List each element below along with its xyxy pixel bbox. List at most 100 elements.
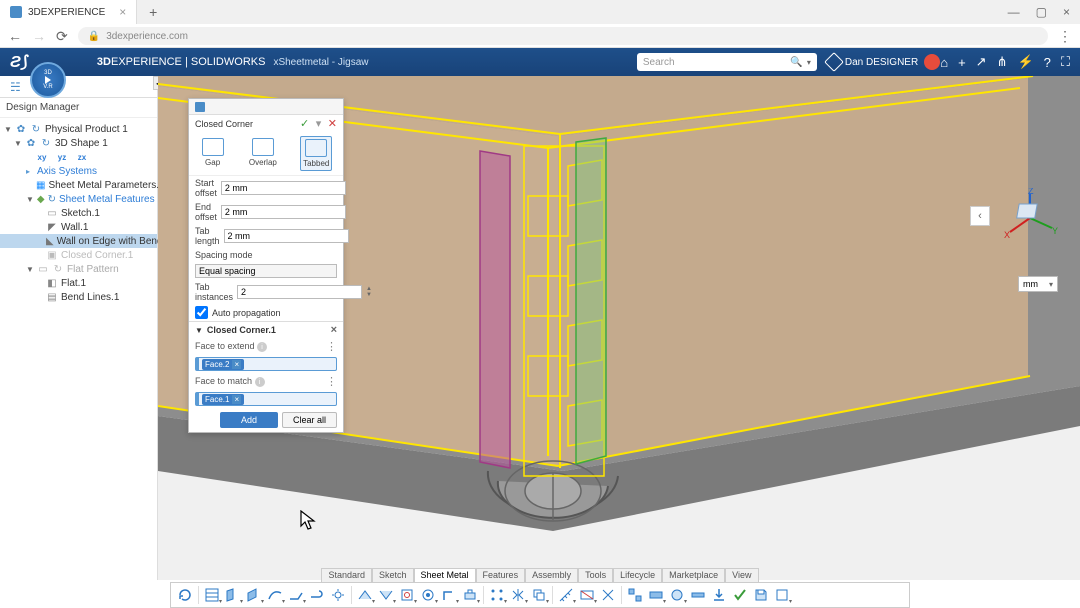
- tree-flat1[interactable]: ◧ Flat.1: [0, 276, 157, 290]
- tool-flange-icon[interactable]: ▾: [286, 585, 306, 605]
- help-icon[interactable]: ?: [1044, 55, 1051, 70]
- tool-hem-icon[interactable]: [307, 585, 327, 605]
- tree-axis-systems[interactable]: ▸ Axis Systems: [0, 164, 157, 178]
- expand-icon[interactable]: ⛶: [1061, 54, 1070, 70]
- tree-physical-product[interactable]: ▼✿↻ Physical Product 1: [0, 122, 157, 136]
- tab-lifecycle[interactable]: Lifecycle: [613, 568, 662, 582]
- tag-icon[interactable]: [824, 52, 844, 72]
- auto-propagation-checkbox[interactable]: [195, 306, 208, 319]
- tab-assembly[interactable]: Assembly: [525, 568, 578, 582]
- corner-type-overlap[interactable]: Overlap: [247, 136, 279, 171]
- corner-type-gap[interactable]: Gap: [200, 136, 226, 171]
- zx-plane-icon[interactable]: zx: [76, 151, 88, 163]
- new-tab-button[interactable]: +: [143, 2, 163, 22]
- more-icon[interactable]: ⋮: [326, 340, 337, 353]
- end-offset-input[interactable]: [221, 205, 346, 219]
- tree-closed-corner-grey[interactable]: ▣ Closed Corner.1: [0, 248, 157, 262]
- face2-chip[interactable]: Face.2×: [202, 359, 244, 370]
- tree-sheet-metal-params[interactable]: ▦ Sheet Metal Parameters.1: [0, 178, 157, 192]
- compass-icon[interactable]: 3D V.R: [30, 62, 66, 98]
- flash-icon[interactable]: ⚡: [1017, 54, 1033, 70]
- tree-wall-on-edge[interactable]: ◣ Wall on Edge with Bend.1: [0, 234, 157, 248]
- tab-view[interactable]: View: [725, 568, 758, 582]
- tool-view1-icon[interactable]: [625, 585, 645, 605]
- tree-wall1[interactable]: ◤ Wall.1: [0, 220, 157, 234]
- tool-fold-icon[interactable]: ▾: [376, 585, 396, 605]
- tool-wall-edge-icon[interactable]: ▾: [244, 585, 264, 605]
- tool-unfold-icon[interactable]: ▾: [355, 585, 375, 605]
- add-icon[interactable]: +: [958, 55, 966, 70]
- tab-close-icon[interactable]: ×: [119, 5, 126, 19]
- tool-settings-icon[interactable]: [328, 585, 348, 605]
- chip-remove-icon[interactable]: ×: [232, 395, 241, 404]
- nav-reload-icon[interactable]: ⟳: [56, 28, 68, 45]
- face-match-field[interactable]: Face.1×: [195, 392, 337, 406]
- unit-selector[interactable]: mm ▾: [1018, 276, 1058, 292]
- spinner-icon[interactable]: ▲▼: [366, 286, 372, 298]
- nav-forward-icon[interactable]: →: [32, 28, 46, 44]
- tab-tools[interactable]: Tools: [578, 568, 613, 582]
- tree-sketch1[interactable]: ▭ Sketch.1: [0, 206, 157, 220]
- remove-instance-icon[interactable]: ×: [331, 324, 337, 336]
- info-icon[interactable]: i: [257, 342, 267, 352]
- tool-copy-icon[interactable]: ▾: [529, 585, 549, 605]
- tool-check-icon[interactable]: [730, 585, 750, 605]
- spacing-mode-select[interactable]: Equal spacing: [195, 264, 337, 278]
- tool-view2-icon[interactable]: ▾: [646, 585, 666, 605]
- tool-section-icon[interactable]: ▾: [577, 585, 597, 605]
- tool-cutout-icon[interactable]: ▾: [397, 585, 417, 605]
- tab-standard[interactable]: Standard: [321, 568, 372, 582]
- tab-length-input[interactable]: [224, 229, 349, 243]
- yz-plane-icon[interactable]: yz: [56, 151, 68, 163]
- view-prev-button[interactable]: ‹: [970, 206, 990, 226]
- view-triad[interactable]: Z X Y: [1000, 188, 1060, 248]
- maximize-icon[interactable]: ▢: [1036, 5, 1047, 19]
- tree-sheet-metal-features[interactable]: ▼◆↻ Sheet Metal Features: [0, 192, 157, 206]
- face1-chip[interactable]: Face.1×: [202, 394, 244, 405]
- tree-bend-lines[interactable]: ▤ Bend Lines.1: [0, 290, 157, 304]
- user-menu[interactable]: Dan DESIGNER: [845, 54, 940, 70]
- tool-export-icon[interactable]: [709, 585, 729, 605]
- panel-drag-handle[interactable]: [189, 99, 343, 115]
- tool-flatten-icon[interactable]: [688, 585, 708, 605]
- tool-cut-icon[interactable]: [598, 585, 618, 605]
- browser-tab[interactable]: 3DEXPERIENCE ×: [0, 0, 137, 24]
- face-extend-field[interactable]: Face.2×: [195, 357, 337, 371]
- tool-pattern-icon[interactable]: ▾: [487, 585, 507, 605]
- share-icon[interactable]: ↗: [976, 54, 987, 70]
- tree-tab-icon[interactable]: ☵: [10, 80, 21, 94]
- browser-menu-icon[interactable]: ⋮: [1058, 28, 1072, 45]
- ok-icon[interactable]: ✓: [300, 118, 309, 130]
- tool-last-icon[interactable]: ▾: [772, 585, 792, 605]
- tree-flat-pattern[interactable]: ▼▭↻ Flat Pattern: [0, 262, 157, 276]
- tool-wall-icon[interactable]: ▾: [223, 585, 243, 605]
- tab-instances-input[interactable]: [237, 285, 362, 299]
- clear-all-button[interactable]: Clear all: [282, 412, 337, 428]
- tool-measure-icon[interactable]: ▾: [556, 585, 576, 605]
- add-button[interactable]: Add: [220, 412, 278, 428]
- cancel-icon[interactable]: ✕: [328, 118, 337, 130]
- search-input[interactable]: Search 🔍 ▾: [637, 53, 817, 71]
- tool-view3-icon[interactable]: ▾: [667, 585, 687, 605]
- minimize-icon[interactable]: —: [1008, 5, 1020, 19]
- close-window-icon[interactable]: ×: [1063, 5, 1070, 19]
- search-dropdown-icon[interactable]: ▾: [807, 58, 811, 67]
- xy-plane-icon[interactable]: xy: [36, 151, 48, 163]
- tool-bend-icon[interactable]: ▾: [265, 585, 285, 605]
- apply-dropdown-icon[interactable]: ▾: [316, 118, 322, 130]
- corner-type-tabbed[interactable]: Tabbed: [300, 136, 332, 171]
- tree-plane-icons[interactable]: xy yz zx: [0, 150, 157, 164]
- tool-corner-icon[interactable]: ▾: [439, 585, 459, 605]
- tree-3d-shape[interactable]: ▼✿↻ 3D Shape 1: [0, 136, 157, 150]
- collab-icon[interactable]: ⋔: [997, 54, 1008, 70]
- tool-save-icon[interactable]: [751, 585, 771, 605]
- tool-mirror-icon[interactable]: ▾: [508, 585, 528, 605]
- tool-hole-icon[interactable]: ▾: [418, 585, 438, 605]
- tool-update-icon[interactable]: [175, 585, 195, 605]
- chevron-down-icon[interactable]: ▼: [195, 326, 203, 335]
- tool-stamp-icon[interactable]: ▾: [460, 585, 480, 605]
- nav-back-icon[interactable]: ←: [8, 28, 22, 44]
- tab-marketplace[interactable]: Marketplace: [662, 568, 725, 582]
- chip-remove-icon[interactable]: ×: [232, 360, 241, 369]
- tab-sketch[interactable]: Sketch: [372, 568, 414, 582]
